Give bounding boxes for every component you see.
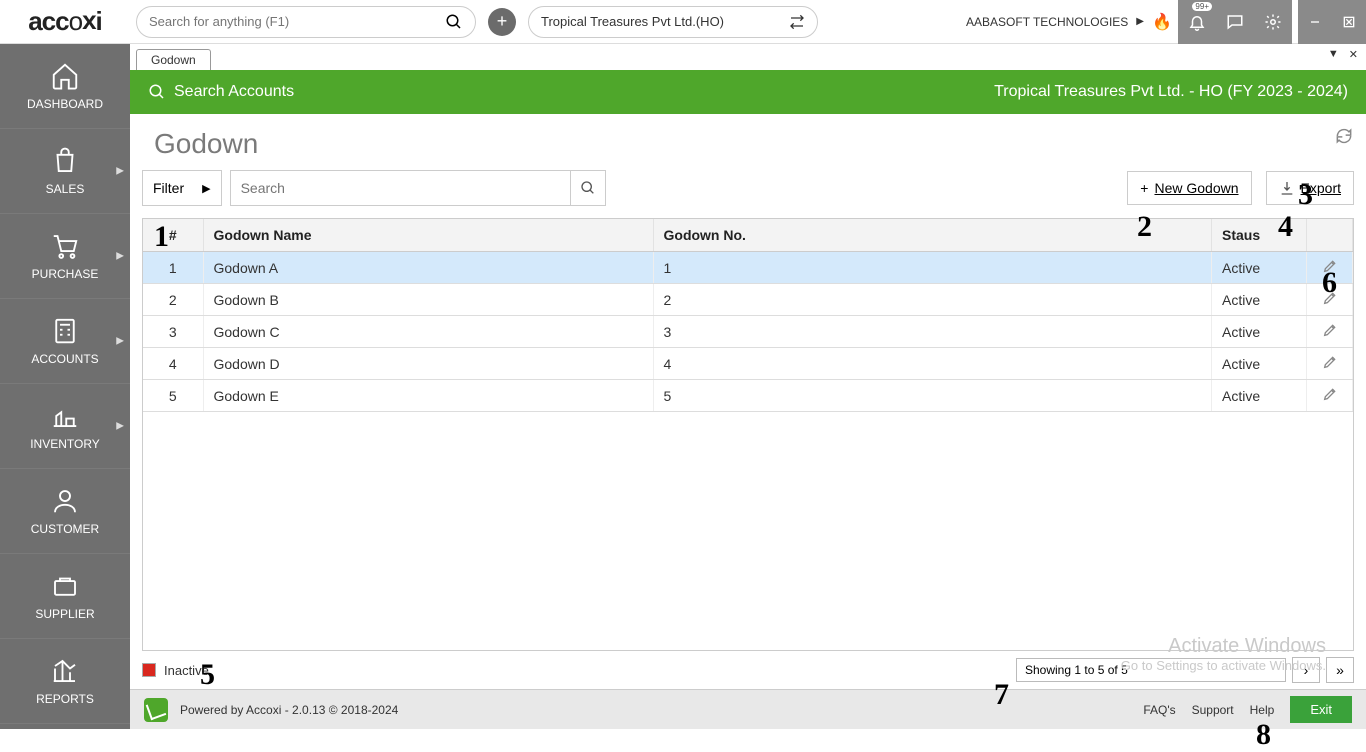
company-name: Tropical Treasures Pvt Ltd.(HO) (541, 14, 724, 29)
edit-icon[interactable] (1322, 293, 1338, 309)
add-button[interactable]: + (488, 8, 516, 36)
cell-name: Godown E (203, 380, 653, 412)
cell-no: 4 (653, 348, 1212, 380)
cell-number: 1 (143, 252, 203, 284)
cell-number: 5 (143, 380, 203, 412)
chevron-right-icon: ▶ (116, 166, 124, 177)
chevron-right-icon: ▶ (116, 421, 124, 432)
legend-color-swatch (142, 663, 156, 677)
exit-button[interactable]: Exit (1290, 696, 1352, 723)
table-row[interactable]: 5Godown E5Active (143, 380, 1353, 412)
close-button[interactable] (1332, 0, 1366, 44)
filter-button[interactable]: Filter ▶ (142, 170, 222, 206)
export-icon (1279, 180, 1295, 196)
cell-no: 5 (653, 380, 1212, 412)
support-link[interactable]: Support (1192, 703, 1234, 717)
table-search-input[interactable] (230, 170, 570, 206)
table-row[interactable]: 1Godown A1Active (143, 252, 1353, 284)
search-icon (445, 13, 463, 31)
faq-link[interactable]: FAQ's (1143, 703, 1175, 717)
sidebar-item-inventory[interactable]: INVENTORY▶ (0, 384, 130, 469)
next-page-button[interactable]: › (1292, 657, 1320, 683)
cell-status: Active (1212, 380, 1307, 412)
page-title: Godown (154, 128, 258, 159)
tab-godown[interactable]: Godown (136, 49, 211, 70)
edit-icon[interactable] (1322, 261, 1338, 277)
col-status[interactable]: Staus (1212, 219, 1307, 252)
sidebar-item-dashboard[interactable]: DASHBOARD (0, 44, 130, 129)
edit-icon[interactable] (1322, 325, 1338, 341)
cell-status: Active (1212, 316, 1307, 348)
col-number[interactable]: # (143, 219, 203, 252)
bell-icon[interactable]: 99+ (1178, 0, 1216, 44)
table-row[interactable]: 3Godown C3Active (143, 316, 1353, 348)
plus-icon: + (1140, 180, 1148, 196)
sidebar-item-customer[interactable]: CUSTOMER (0, 469, 130, 554)
cell-number: 4 (143, 348, 203, 380)
legend-inactive: Inactive (142, 663, 209, 678)
sidebar-item-accounts[interactable]: ACCOUNTS▶ (0, 299, 130, 384)
cell-no: 2 (653, 284, 1212, 316)
chevron-right-icon: ▶ (1136, 16, 1150, 27)
swap-icon (789, 14, 805, 30)
edit-icon[interactable] (1322, 357, 1338, 373)
global-search-input[interactable] (149, 14, 445, 29)
sidebar-item-supplier[interactable]: SUPPLIER (0, 554, 130, 639)
tab-dropdown-icon[interactable]: ▼ (1328, 48, 1339, 61)
cell-name: Godown B (203, 284, 653, 316)
context-bar: Search Accounts Tropical Treasures Pvt L… (130, 70, 1366, 114)
search-accounts-link[interactable]: Search Accounts (174, 83, 294, 101)
cell-status: Active (1212, 252, 1307, 284)
minimize-button[interactable] (1298, 0, 1332, 44)
cell-status: Active (1212, 284, 1307, 316)
footer-logo-icon (144, 698, 168, 722)
sidebar-item-sales[interactable]: SALES▶ (0, 129, 130, 214)
table-row[interactable]: 4Godown D4Active (143, 348, 1353, 380)
gear-icon[interactable] (1254, 0, 1292, 44)
last-page-button[interactable]: » (1326, 657, 1354, 683)
refresh-icon[interactable] (1334, 126, 1354, 152)
cell-name: Godown A (203, 252, 653, 284)
chevron-right-icon: ▶ (116, 336, 124, 347)
fire-icon[interactable]: 🔥 (1150, 10, 1174, 34)
global-search[interactable] (136, 6, 476, 38)
app-logo: accoxi (0, 0, 130, 44)
col-edit (1307, 219, 1353, 252)
context-label: Tropical Treasures Pvt Ltd. - HO (FY 202… (994, 83, 1348, 101)
search-icon (148, 83, 166, 101)
cell-number: 2 (143, 284, 203, 316)
table-search-button[interactable] (570, 170, 606, 206)
cell-status: Active (1212, 348, 1307, 380)
company-selector[interactable]: Tropical Treasures Pvt Ltd.(HO) (528, 6, 818, 38)
sidebar: DASHBOARD SALES▶ PURCHASE▶ ACCOUNTS▶ INV… (0, 44, 130, 729)
table-row[interactable]: 2Godown B2Active (143, 284, 1353, 316)
col-name[interactable]: Godown Name (203, 219, 653, 252)
cell-name: Godown C (203, 316, 653, 348)
cell-no: 1 (653, 252, 1212, 284)
cell-no: 3 (653, 316, 1212, 348)
cell-name: Godown D (203, 348, 653, 380)
cell-number: 3 (143, 316, 203, 348)
sidebar-item-purchase[interactable]: PURCHASE▶ (0, 214, 130, 299)
play-icon: ▶ (202, 182, 210, 195)
chevron-right-icon: ▶ (116, 251, 124, 262)
godown-table: # Godown Name Godown No. Staus 1Godown A… (142, 218, 1354, 651)
chat-icon[interactable] (1216, 0, 1254, 44)
edit-icon[interactable] (1322, 389, 1338, 405)
notification-badge: 99+ (1192, 2, 1212, 11)
powered-by: Powered by Accoxi - 2.0.13 © 2018-2024 (180, 703, 398, 717)
export-button[interactable]: Export (1266, 171, 1354, 205)
tenant-name[interactable]: AABASOFT TECHNOLOGIES (966, 15, 1136, 29)
new-godown-button[interactable]: + New Godown (1127, 171, 1251, 205)
sidebar-item-reports[interactable]: REPORTS (0, 639, 130, 724)
help-link[interactable]: Help (1250, 703, 1275, 717)
pagination-info: Showing 1 to 5 of 5 (1016, 658, 1286, 682)
tab-close-icon[interactable]: ✕ (1349, 48, 1358, 61)
col-no[interactable]: Godown No. (653, 219, 1212, 252)
